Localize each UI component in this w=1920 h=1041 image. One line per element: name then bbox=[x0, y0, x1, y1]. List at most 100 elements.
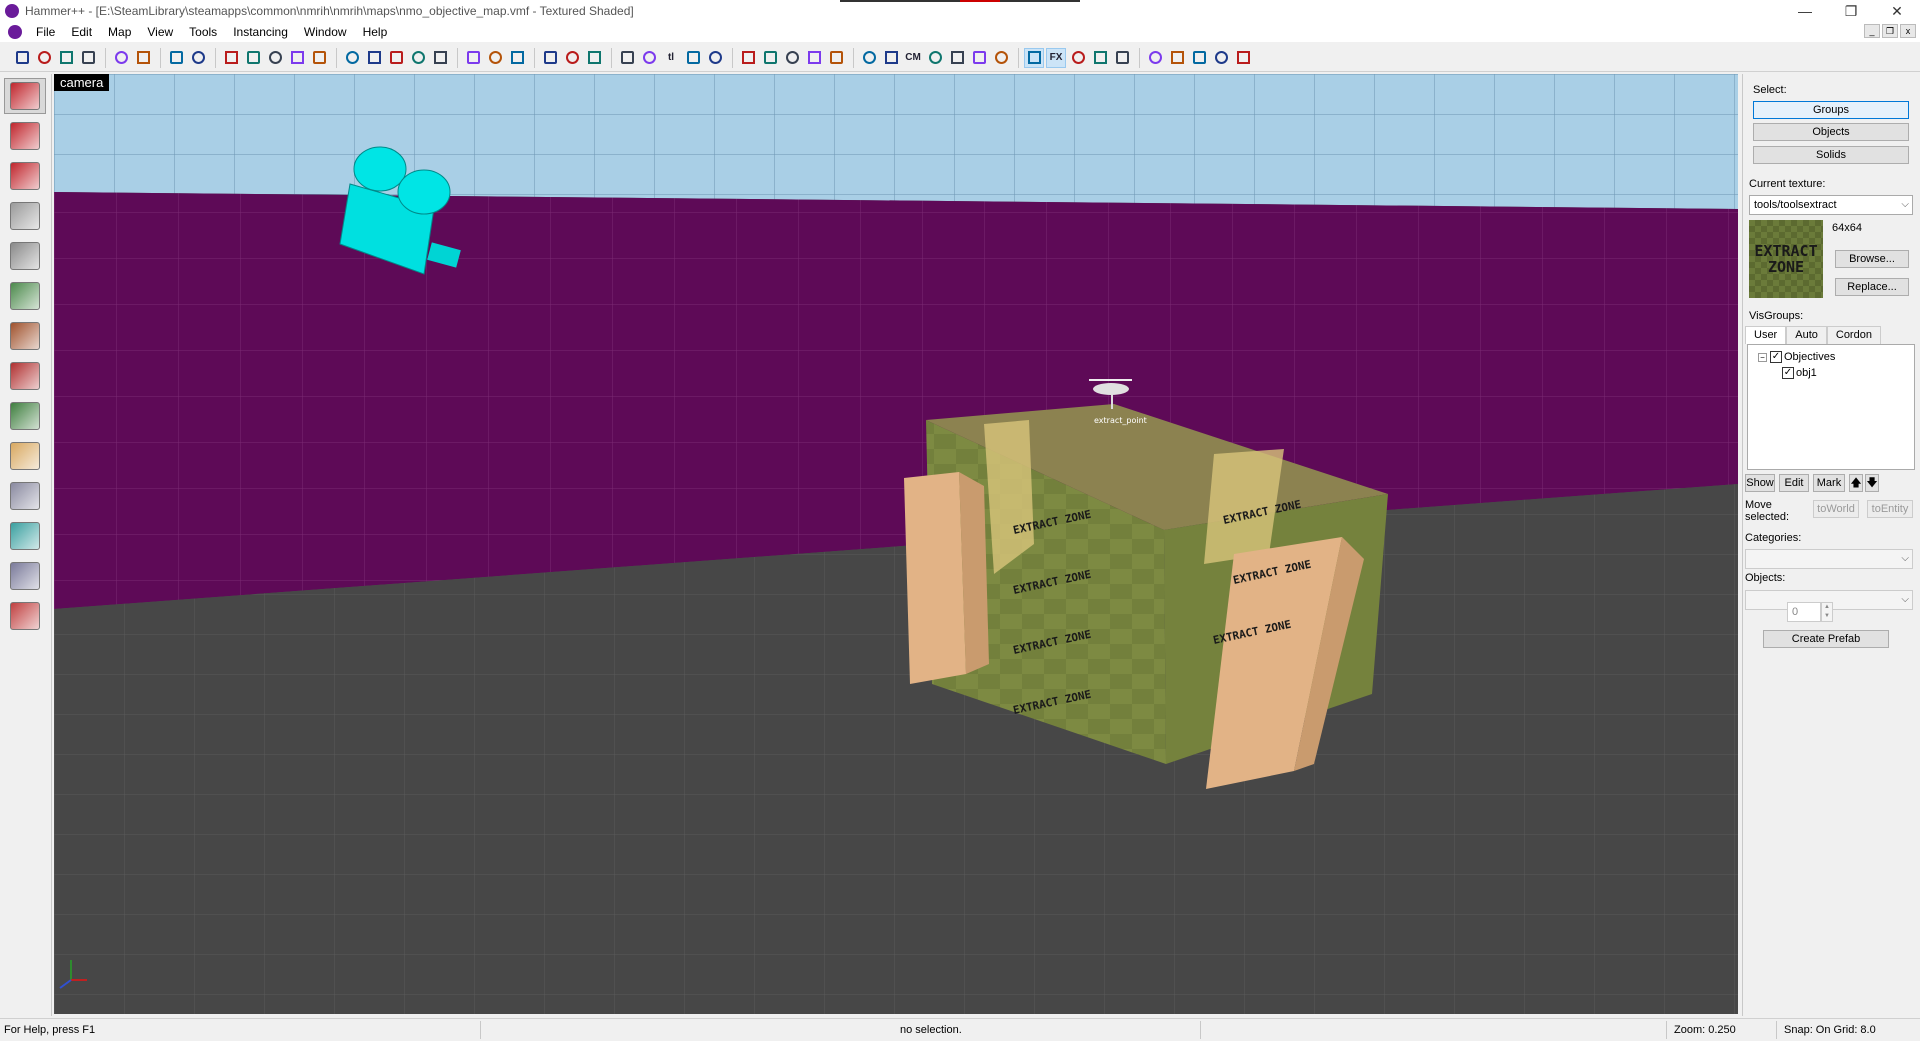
menu-file[interactable]: File bbox=[28, 25, 63, 39]
sprinkle-tool[interactable] bbox=[4, 558, 46, 594]
vertex-tool[interactable] bbox=[4, 478, 46, 514]
browse-button[interactable]: Browse... bbox=[1835, 250, 1909, 268]
camera-viewport[interactable]: EXTRACT ZONE EXTRACT ZONE EXTRACT ZONE EXTR… bbox=[54, 74, 1738, 1014]
magnify-tool[interactable] bbox=[4, 118, 46, 154]
object-count-input[interactable]: 0 bbox=[1787, 602, 1821, 622]
checkbox-obj1[interactable]: ✓ bbox=[1782, 367, 1794, 379]
toolbar-ignore-groups-button[interactable] bbox=[309, 48, 329, 68]
texture-browser-tool[interactable] bbox=[4, 598, 46, 634]
toolbar-brush-red-4-button[interactable] bbox=[408, 48, 428, 68]
toolbar-sort-3-button[interactable] bbox=[1189, 48, 1209, 68]
visgroup-mark-button[interactable]: Mark bbox=[1813, 474, 1845, 492]
toolbar-hint-button[interactable] bbox=[1068, 48, 1088, 68]
toolbar-flip-button[interactable] bbox=[705, 48, 725, 68]
toolbar-bullseye-button[interactable] bbox=[991, 48, 1011, 68]
toolbar-align-button[interactable] bbox=[683, 48, 703, 68]
visgroup-tree[interactable]: − ✓ Objectives ✓ obj1 bbox=[1747, 344, 1915, 470]
decal-tool[interactable] bbox=[4, 358, 46, 394]
move-down-icon[interactable]: 🡇 bbox=[1865, 474, 1879, 492]
toolbar-hollow-button[interactable] bbox=[243, 48, 263, 68]
viewport-label[interactable]: camera bbox=[54, 74, 110, 91]
toolbar-sort-1-button[interactable] bbox=[1145, 48, 1165, 68]
camera-tool[interactable] bbox=[4, 158, 46, 194]
document-icon[interactable] bbox=[8, 25, 22, 39]
to-entity-button[interactable]: toEntity bbox=[1867, 500, 1913, 518]
toolbar-undo-button[interactable] bbox=[166, 48, 186, 68]
toolbar-fx-button[interactable]: FX bbox=[1046, 47, 1066, 68]
minimize-button[interactable]: — bbox=[1782, 0, 1828, 22]
menu-tools[interactable]: Tools bbox=[181, 25, 225, 39]
collapse-icon[interactable]: − bbox=[1758, 352, 1767, 362]
current-texture-dropdown[interactable]: tools/toolsextract ⌵ bbox=[1749, 195, 1913, 215]
entity-tool[interactable] bbox=[4, 198, 46, 234]
toolbar-redo-button[interactable] bbox=[188, 48, 208, 68]
select-groups-button[interactable]: Groups bbox=[1753, 101, 1909, 119]
menu-map[interactable]: Map bbox=[100, 25, 139, 39]
toolbar-clip-button[interactable] bbox=[826, 48, 846, 68]
path-tool[interactable] bbox=[4, 518, 46, 554]
create-prefab-button[interactable]: Create Prefab bbox=[1763, 630, 1889, 648]
toolbar-carve-button[interactable] bbox=[859, 48, 879, 68]
texture-application-tool[interactable] bbox=[4, 278, 46, 314]
toolbar-select-cursor-button[interactable] bbox=[639, 48, 659, 68]
toolbar-entity-button[interactable] bbox=[782, 48, 802, 68]
mdi-minimize-button[interactable]: _ bbox=[1864, 24, 1880, 38]
select-solids-button[interactable]: Solids bbox=[1753, 146, 1909, 164]
apply-current-texture-tool[interactable] bbox=[4, 318, 46, 354]
toolbar-scissors-button[interactable] bbox=[463, 48, 483, 68]
tab-auto[interactable]: Auto bbox=[1786, 326, 1827, 344]
toolbar-cm-button[interactable]: CM bbox=[903, 48, 923, 68]
menu-instancing[interactable]: Instancing bbox=[225, 25, 296, 39]
toolbar-ambient-button[interactable] bbox=[881, 48, 901, 68]
tree-item-obj1[interactable]: ✓ obj1 bbox=[1782, 367, 1817, 379]
tab-cordon[interactable]: Cordon bbox=[1826, 326, 1881, 344]
tree-item-objectives[interactable]: − ✓ Objectives bbox=[1758, 351, 1835, 363]
toolbar-grid-button[interactable] bbox=[12, 48, 32, 68]
toolbar-prefab-button[interactable] bbox=[1112, 48, 1132, 68]
toolbar-ungroup-button[interactable] bbox=[133, 48, 153, 68]
toolbar-texture-lock-scale-button[interactable] bbox=[287, 48, 307, 68]
replace-button[interactable]: Replace... bbox=[1835, 278, 1909, 296]
toolbar-tl-button[interactable]: tl bbox=[661, 48, 681, 68]
toolbar-hazard-3-button[interactable] bbox=[584, 48, 604, 68]
menu-window[interactable]: Window bbox=[296, 25, 355, 39]
toolbar-alt-hint-button[interactable] bbox=[1090, 48, 1110, 68]
toolbar-sort-5-button[interactable] bbox=[1233, 48, 1253, 68]
to-world-button[interactable]: toWorld bbox=[1813, 500, 1859, 518]
toolbar-select-box-button[interactable] bbox=[617, 48, 637, 68]
maximize-button[interactable]: ❐ bbox=[1828, 0, 1874, 22]
toolbar-copy-button[interactable] bbox=[485, 48, 505, 68]
visgroup-show-button[interactable]: Show bbox=[1745, 474, 1775, 492]
toolbar-nodraw-button[interactable] bbox=[947, 48, 967, 68]
selection-tool[interactable] bbox=[4, 78, 46, 114]
toolbar-cut-carve-button[interactable] bbox=[221, 48, 241, 68]
toolbar-brush-red-5-button[interactable] bbox=[430, 48, 450, 68]
toolbar-vertex-button[interactable] bbox=[804, 48, 824, 68]
checkbox-objectives[interactable]: ✓ bbox=[1770, 351, 1782, 363]
toolbar-sort-2-button[interactable] bbox=[1167, 48, 1187, 68]
toolbar-brush-red-1-button[interactable] bbox=[342, 48, 362, 68]
categories-dropdown[interactable]: ⌵ bbox=[1745, 549, 1913, 569]
tab-user[interactable]: User bbox=[1745, 326, 1787, 344]
toolbar-texture-lock-button[interactable] bbox=[265, 48, 285, 68]
toolbar-brush-red-3-button[interactable] bbox=[386, 48, 406, 68]
toolbar-hazard-2-button[interactable] bbox=[562, 48, 582, 68]
block-tool[interactable] bbox=[4, 238, 46, 274]
toolbar-brush-red-2-button[interactable] bbox=[364, 48, 384, 68]
move-up-icon[interactable]: 🡅 bbox=[1849, 474, 1863, 492]
toolbar-grid-dots-button[interactable] bbox=[34, 48, 54, 68]
object-count-stepper[interactable]: ▲ ▼ bbox=[1821, 602, 1833, 622]
toolbar-face-tool-button[interactable] bbox=[738, 48, 758, 68]
clipping-tool[interactable] bbox=[4, 438, 46, 474]
overlay-tool[interactable] bbox=[4, 398, 46, 434]
toolbar-grid-small-button[interactable] bbox=[56, 48, 76, 68]
toolbar-sphere-button[interactable] bbox=[925, 48, 945, 68]
select-objects-button[interactable]: Objects bbox=[1753, 123, 1909, 141]
toolbar-sort-4-button[interactable] bbox=[1211, 48, 1231, 68]
visgroup-edit-button[interactable]: Edit bbox=[1779, 474, 1809, 492]
toolbar-loop-button[interactable] bbox=[969, 48, 989, 68]
toolbar-paste-button[interactable] bbox=[507, 48, 527, 68]
mdi-restore-button[interactable]: ❐ bbox=[1882, 24, 1898, 38]
menu-edit[interactable]: Edit bbox=[63, 25, 100, 39]
toolbar-target-button[interactable] bbox=[1024, 47, 1044, 68]
